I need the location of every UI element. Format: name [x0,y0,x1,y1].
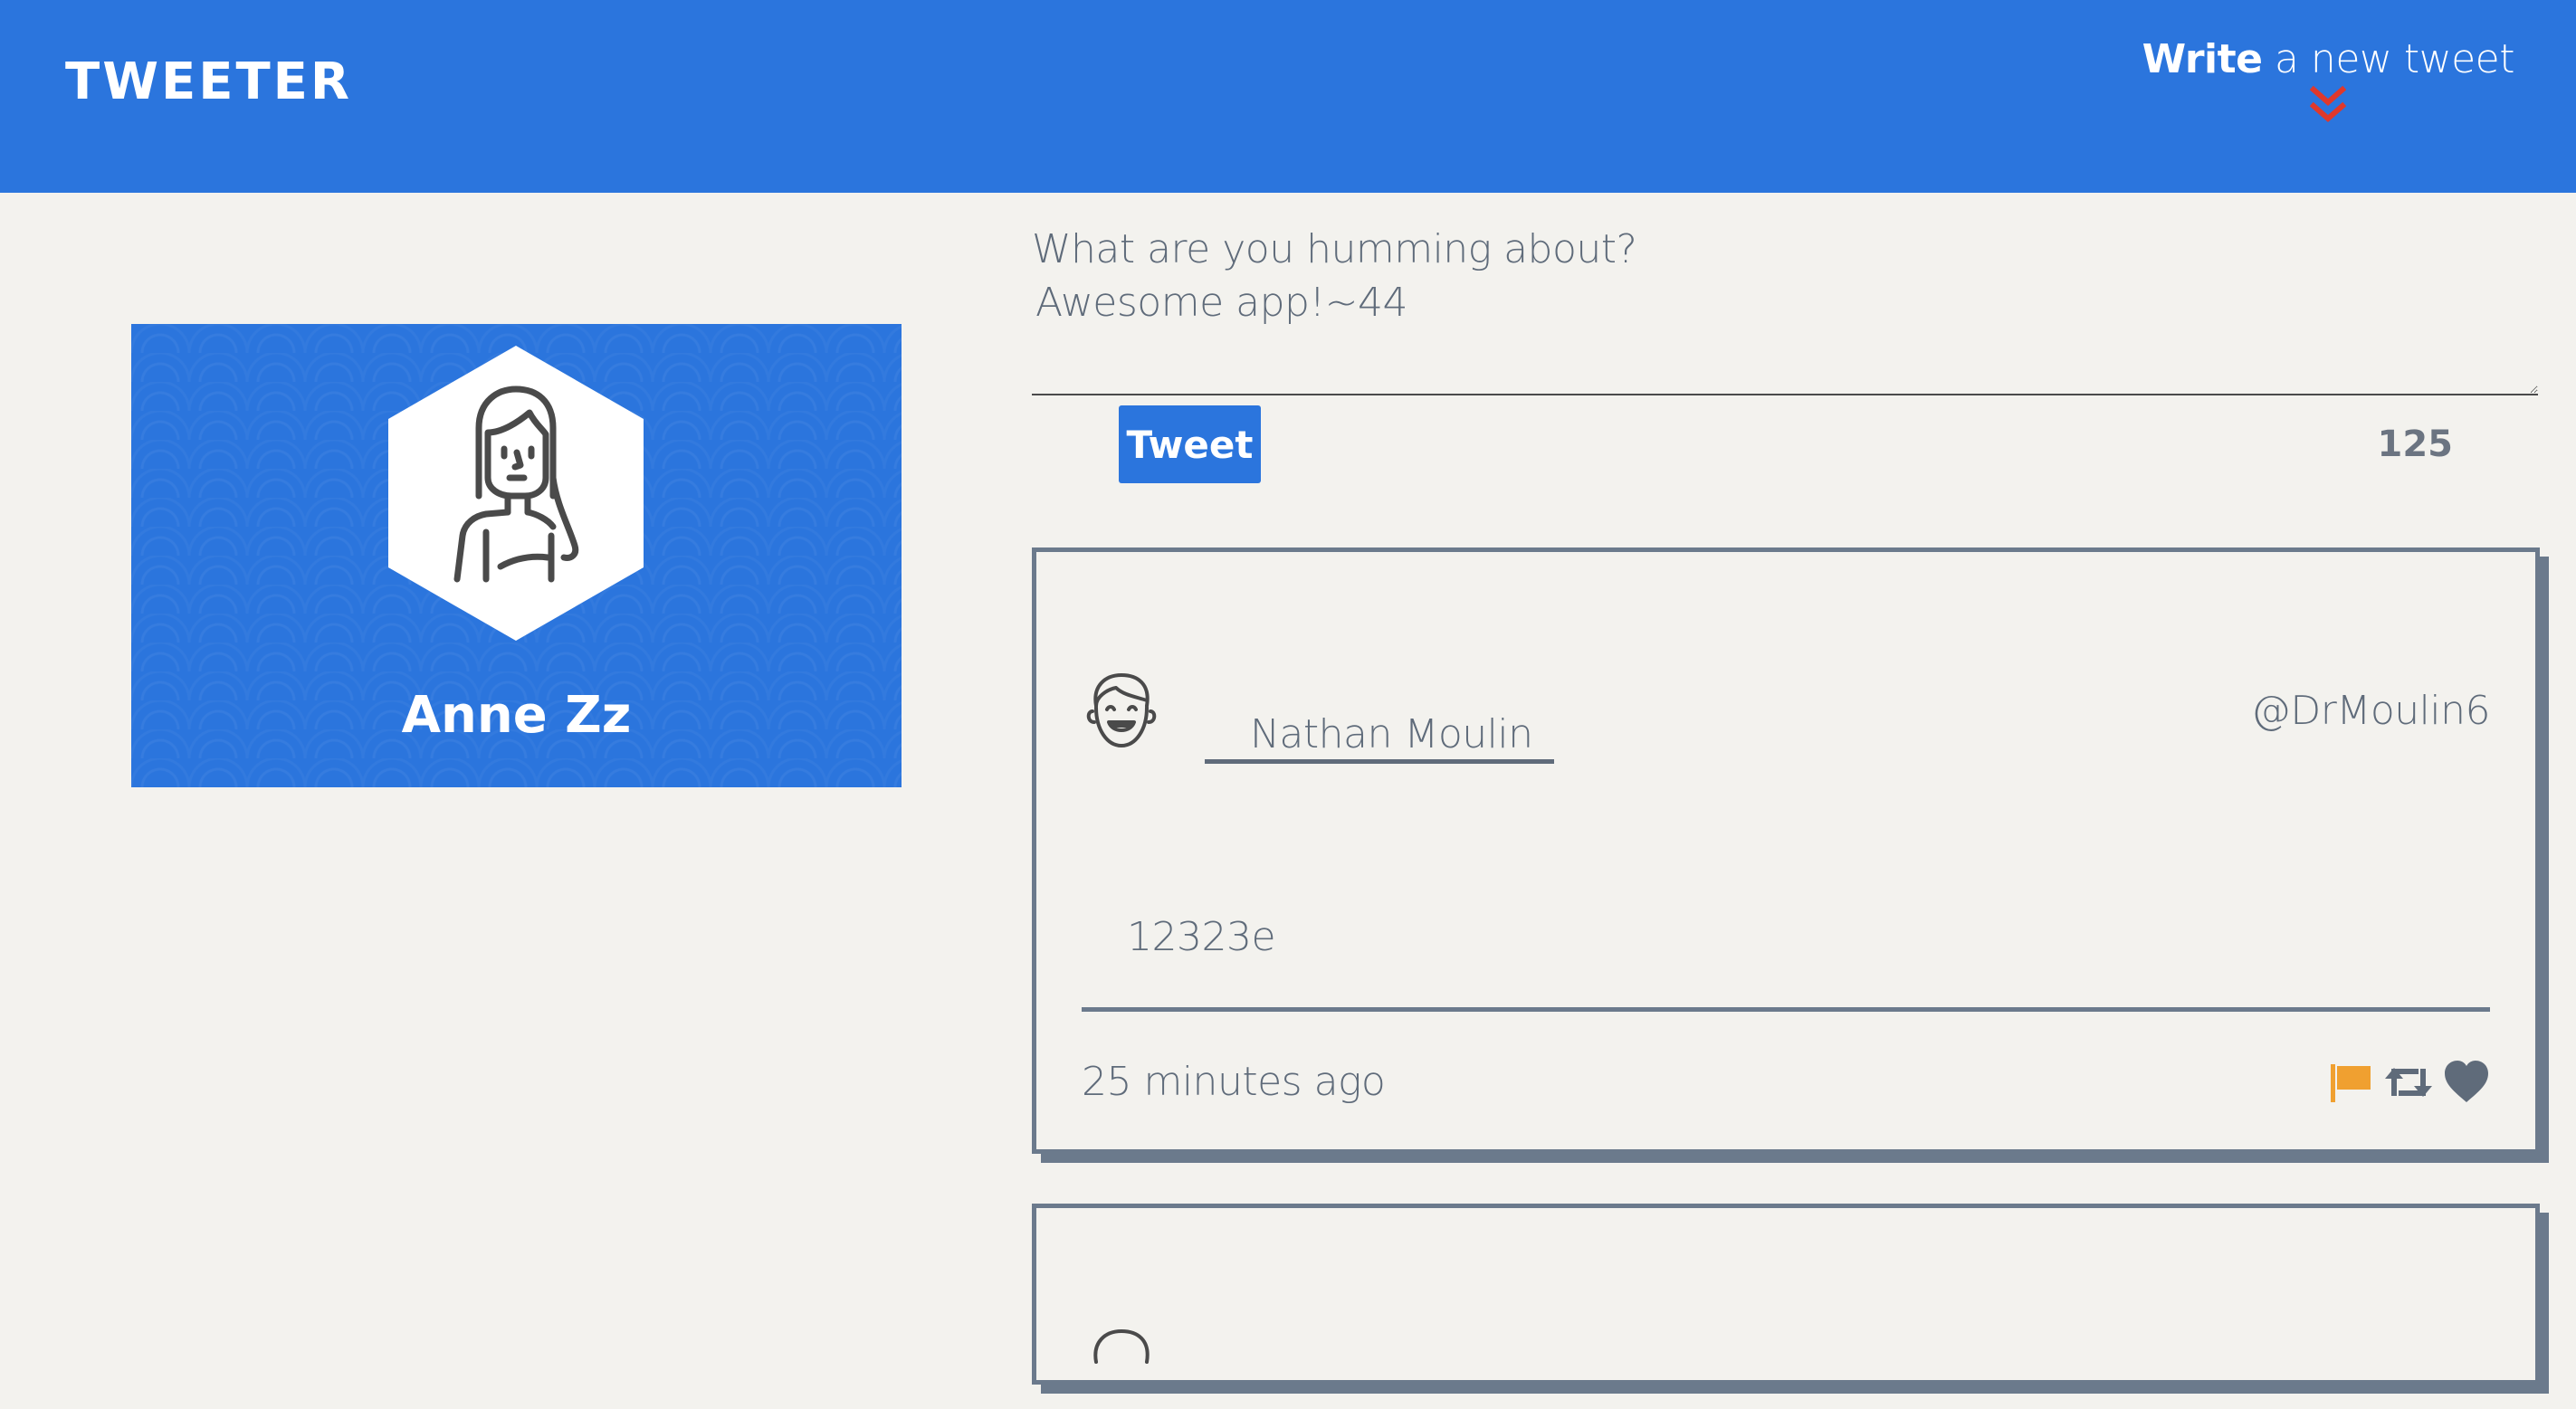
write-label-rest: a new tweet [2262,36,2515,82]
tweet-author-name[interactable]: Nathan Moulin [1205,710,1554,764]
tweet-button[interactable]: Tweet [1119,405,1261,483]
compose-label: What are you humming about? [1032,226,1637,272]
tweet-content: 12323e [1127,914,1276,960]
write-label-bold: Write [2142,36,2263,82]
top-nav: TWEETER Write a new tweet [0,0,2576,193]
profile-card: Anne Zz [131,324,902,787]
write-new-tweet-toggle[interactable]: Write a new tweet [2142,36,2514,128]
app-logo[interactable]: TWEETER [65,52,352,111]
profile-name: Anne Zz [401,686,632,745]
char-counter: 125 [2377,424,2454,465]
double-chevron-down-icon[interactable] [2310,84,2347,128]
tweet-actions [2325,1057,2492,1108]
write-new-tweet-label[interactable]: Write a new tweet [2142,36,2515,82]
heart-icon[interactable] [2441,1057,2492,1108]
tweet-card [1032,1204,2540,1385]
compose-form: What are you humming about? Tweet 125 [1032,226,2538,483]
flag-icon[interactable] [2325,1057,2376,1108]
man-avatar-icon [1093,1328,1150,1364]
tweet-timestamp: 25 minutes ago [1082,1059,1386,1105]
tweet-divider [1082,1007,2490,1012]
tweet-input[interactable] [1032,280,2538,395]
retweet-icon[interactable] [2383,1057,2434,1108]
tweet-author-handle[interactable]: @DrMoulin6 [2251,688,2491,734]
woman-avatar-icon [388,346,644,641]
smiling-man-avatar-icon [1086,673,1157,747]
tweet-card: Nathan Moulin @DrMoulin6 12323e 25 minut… [1032,547,2540,1154]
